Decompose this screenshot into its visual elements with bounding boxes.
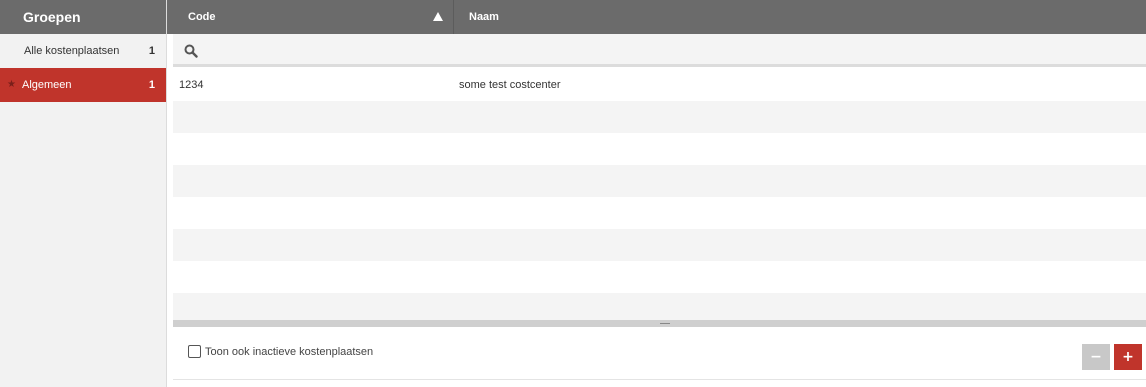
group-item-all[interactable]: Alle kostenplaatsen 1 xyxy=(0,34,166,68)
cell-code: 1234 xyxy=(179,79,204,91)
sort-ascending-icon xyxy=(433,12,443,21)
search-icon[interactable] xyxy=(184,44,198,58)
filter-row xyxy=(173,34,1146,67)
cell-name: some test costcenter xyxy=(459,79,561,91)
grid-footer: Toon ook inactieve kostenplaatsen − + xyxy=(173,327,1146,380)
sidebar-title: Groepen xyxy=(0,0,166,34)
group-label: Algemeen xyxy=(22,79,72,91)
add-button[interactable]: + xyxy=(1114,344,1142,370)
column-header-code[interactable]: Code xyxy=(167,0,454,34)
column-header-name[interactable]: Naam xyxy=(454,0,1146,34)
table-row xyxy=(173,229,1146,261)
table-row xyxy=(173,101,1146,133)
group-count: 1 xyxy=(148,45,155,57)
column-header-label: Naam xyxy=(469,11,499,23)
table-row xyxy=(173,197,1146,229)
main-panel: Code Naam 1234 some test costcenter Toon… xyxy=(167,0,1146,387)
app: Groepen Alle kostenplaatsen 1 ★ Algemeen… xyxy=(0,0,1146,387)
table-row[interactable]: 1234 some test costcenter xyxy=(173,69,1146,101)
group-item-algemeen[interactable]: ★ Algemeen 1 xyxy=(0,68,166,102)
grid-rows: 1234 some test costcenter xyxy=(173,69,1146,325)
grid-header: Code Naam xyxy=(167,0,1146,34)
group-label: Alle kostenplaatsen xyxy=(24,45,120,57)
show-inactive-checkbox[interactable] xyxy=(188,345,201,358)
column-header-label: Code xyxy=(188,11,216,23)
remove-button[interactable]: − xyxy=(1082,344,1110,370)
panel-splitter[interactable] xyxy=(173,320,1146,327)
table-row xyxy=(173,133,1146,165)
star-icon[interactable]: ★ xyxy=(7,68,16,102)
table-row xyxy=(173,165,1146,197)
show-inactive-toggle[interactable]: Toon ook inactieve kostenplaatsen xyxy=(188,345,373,358)
splitter-grip-icon xyxy=(660,323,670,324)
table-row xyxy=(173,261,1146,293)
group-count: 1 xyxy=(148,79,155,91)
show-inactive-label: Toon ook inactieve kostenplaatsen xyxy=(205,345,374,358)
groups-sidebar: Groepen Alle kostenplaatsen 1 ★ Algemeen… xyxy=(0,0,167,387)
